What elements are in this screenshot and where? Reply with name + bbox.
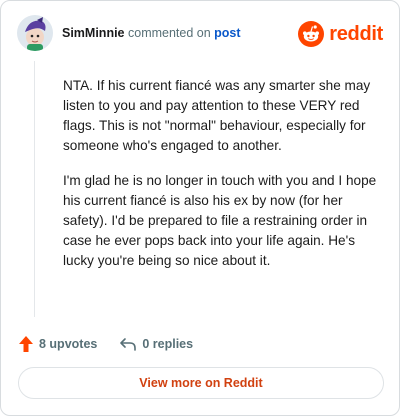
comment-paragraph: NTA. If his current fiancé was any smart…	[63, 78, 371, 153]
username-link[interactable]: SimMinnie	[62, 26, 125, 40]
comment-byline: SimMinnie commented on post	[62, 26, 241, 40]
comment-paragraph: I'm glad he is no longer in touch with y…	[63, 173, 377, 268]
reddit-wordmark: reddit	[329, 22, 383, 45]
comment-actions: 8 upvotes 0 replies	[18, 334, 215, 354]
comment-header: SimMinnie commented on post reddit	[17, 15, 383, 55]
comment-body: NTA. If his current fiancé was any smart…	[63, 76, 383, 286]
upvote-arrow-icon	[19, 336, 33, 352]
replies-button[interactable]: 0 replies	[119, 336, 193, 352]
upvote-count: 8 upvotes	[39, 337, 98, 351]
view-more-button[interactable]: View more on Reddit	[18, 367, 384, 399]
post-link[interactable]: post	[214, 26, 240, 40]
upvote-button[interactable]: 8 upvotes	[18, 335, 97, 353]
reply-icon	[120, 338, 137, 351]
reply-count: 0 replies	[142, 337, 194, 351]
reddit-logo[interactable]: reddit	[298, 21, 383, 47]
thread-line	[34, 61, 35, 317]
comment-embed-card: SimMinnie commented on post reddit NTA. …	[0, 0, 400, 416]
reddit-logo-icon	[298, 21, 325, 47]
byline-text: commented on	[124, 26, 215, 40]
avatar[interactable]	[17, 15, 53, 51]
